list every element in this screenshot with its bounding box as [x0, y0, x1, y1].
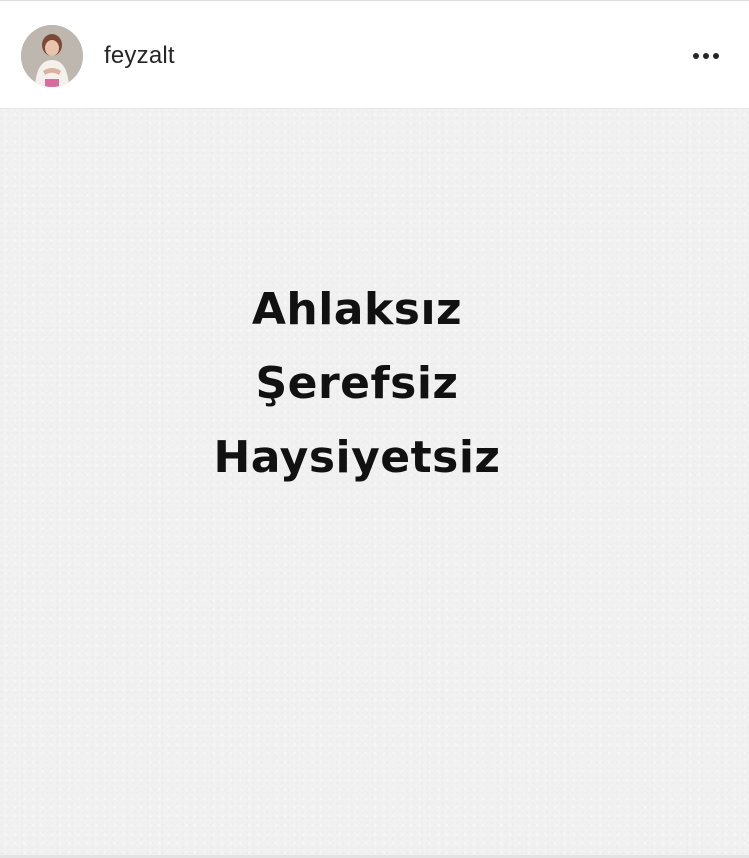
more-options-button[interactable]	[684, 39, 728, 73]
instagram-post: feyzalt Ahlaksız Şerefsiz Haysiyetsiz	[0, 0, 749, 858]
image-text-block: Ahlaksız Şerefsiz Haysiyetsiz	[0, 273, 714, 495]
more-options-icon-dot	[703, 53, 709, 59]
post-image[interactable]: Ahlaksız Şerefsiz Haysiyetsiz	[0, 109, 749, 858]
avatar-portrait-icon	[21, 25, 83, 87]
post-header: feyzalt	[0, 1, 749, 109]
profile-photo-icon[interactable]	[21, 25, 83, 87]
image-text-line-3: Haysiyetsiz	[213, 432, 501, 483]
image-text-line-2: Şerefsiz	[255, 358, 459, 409]
username-link[interactable]: feyzalt	[104, 42, 175, 70]
more-options-icon-dot	[693, 53, 699, 59]
image-text-line-1: Ahlaksız	[251, 284, 463, 335]
more-options-icon-dot	[713, 53, 719, 59]
